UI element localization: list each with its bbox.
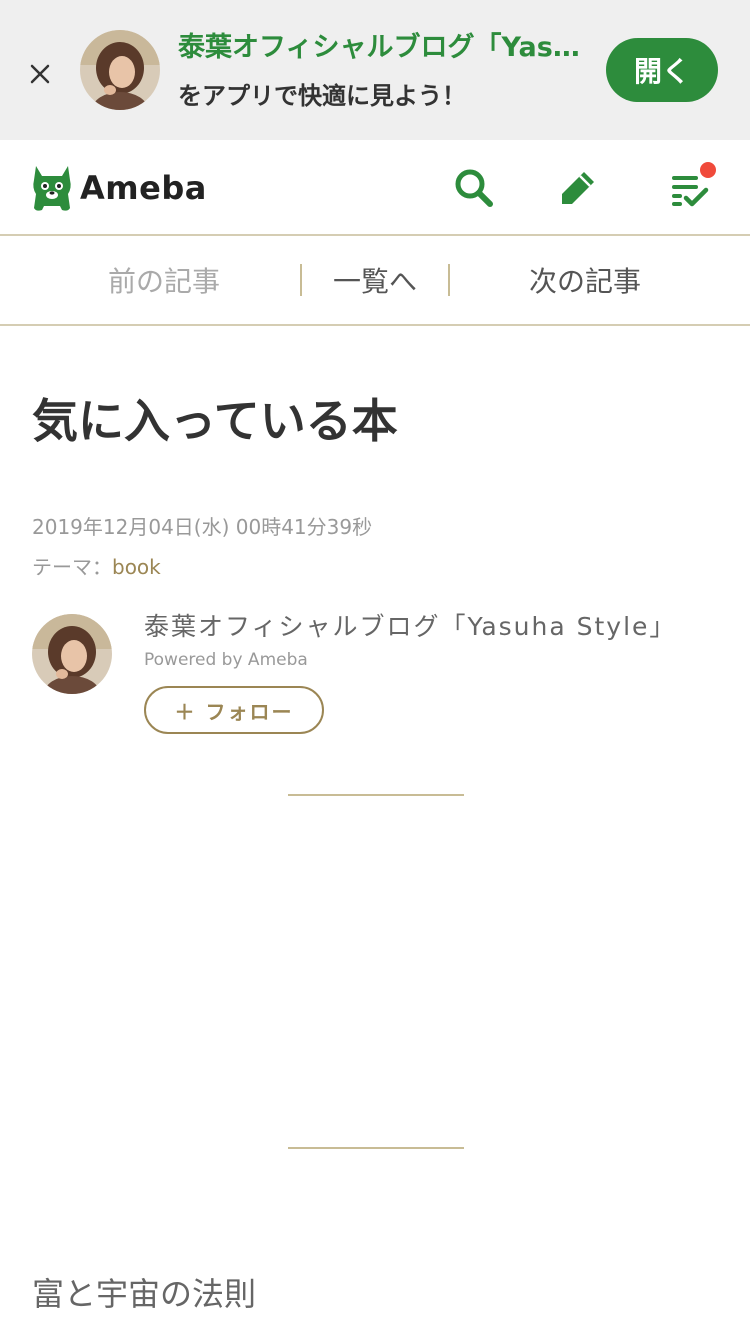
banner-subtitle: をアプリで快適に見よう！ — [178, 82, 466, 110]
search-icon[interactable] — [452, 166, 496, 210]
next-article-link[interactable]: 次の記事 — [460, 236, 710, 324]
app-install-banner: 泰葉オフィシャルブログ「Yasuha Style」 をアプリで快適に見よう！ 開… — [0, 0, 750, 140]
ameba-mascot-icon — [33, 166, 71, 211]
blog-name-link[interactable]: 泰葉オフィシャルブログ「Yasuha Style」 — [144, 608, 676, 646]
article-theme: テーマ：book — [32, 552, 161, 582]
article-date: 2019年12月04日(水) 00時41分39秒 — [32, 515, 373, 539]
book-heading: 富と宇宙の法則 — [32, 1275, 257, 1313]
checklist-icon[interactable] — [668, 162, 716, 210]
powered-by-text: Powered by Ameba — [144, 650, 308, 670]
nav-divider — [448, 264, 450, 296]
article-list-link[interactable]: 一覧へ — [302, 236, 448, 324]
logo-text: Ameba — [80, 169, 207, 207]
prev-article-link[interactable]: 前の記事 — [40, 236, 288, 324]
pencil-icon[interactable] — [556, 166, 600, 210]
content-divider — [288, 794, 464, 796]
author-avatar[interactable] — [32, 614, 112, 694]
article-title: 気に入っている本 — [32, 394, 398, 448]
site-header: Ameba — [0, 140, 750, 236]
blog-avatar — [80, 30, 160, 110]
theme-link[interactable]: book — [112, 555, 161, 579]
notification-badge — [700, 162, 716, 178]
theme-label: テーマ： — [32, 555, 112, 579]
close-icon[interactable] — [22, 56, 58, 92]
follow-button[interactable]: ＋ フォロー — [144, 686, 324, 734]
banner-title: 泰葉オフィシャルブログ「Yasuha Style」 — [178, 32, 590, 63]
article-navigation: 前の記事 一覧へ 次の記事 — [0, 236, 750, 326]
content-divider — [288, 1147, 464, 1149]
ameba-logo[interactable]: Ameba — [30, 160, 207, 216]
open-app-button[interactable]: 開く — [606, 38, 718, 102]
